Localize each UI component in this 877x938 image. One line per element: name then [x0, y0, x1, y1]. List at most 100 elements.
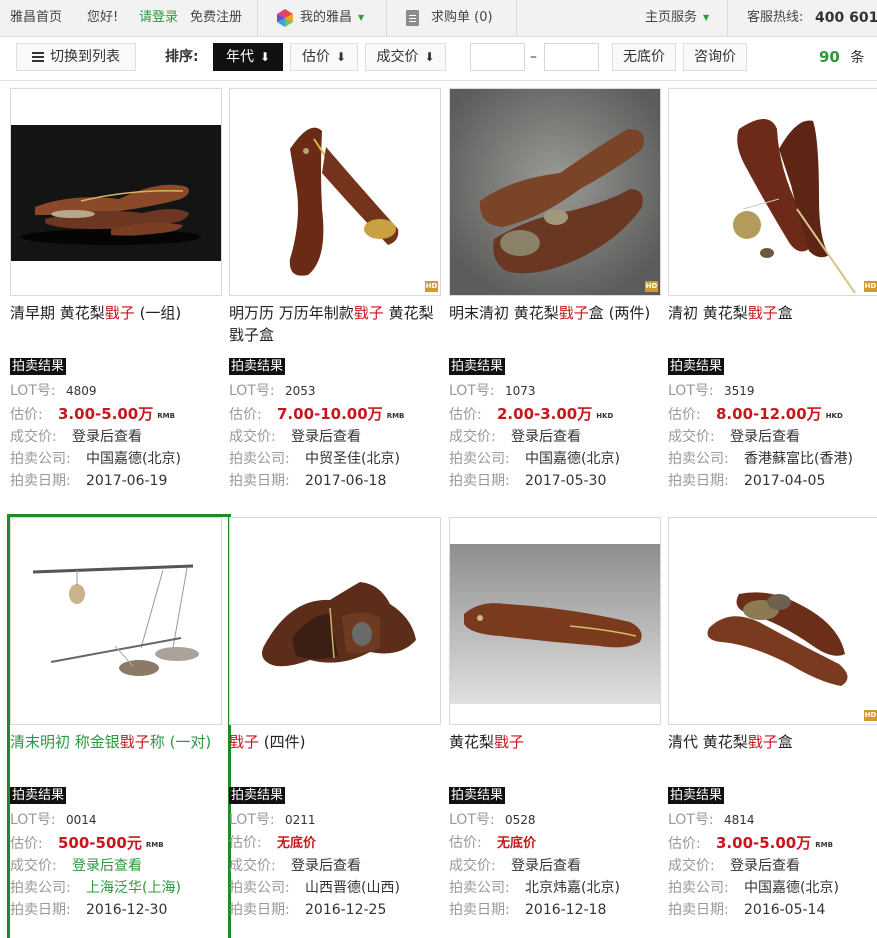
title-keyword-highlight: 戥子	[353, 304, 384, 322]
price-range-to-input[interactable]	[544, 43, 599, 71]
price-range-from-input[interactable]	[470, 43, 525, 71]
auction-result-badge: 拍卖结果	[10, 787, 67, 804]
auction-item-card[interactable]: HD 明末清初 黄花梨戥子盒 (两件) 拍卖结果 LOT号: 1073 估价: 2.00-3…	[449, 88, 667, 512]
item-photo[interactable]: HD	[449, 88, 661, 296]
item-photo-image	[450, 518, 660, 724]
title-keyword-highlight: 戥子	[747, 733, 778, 751]
register-link[interactable]: 免费注册	[190, 0, 242, 36]
deal-price-value[interactable]: 登录后查看	[291, 858, 361, 874]
title-keyword-highlight: 戥子	[119, 733, 150, 751]
currency-code: HKD	[825, 412, 843, 420]
item-photo[interactable]: HD	[229, 88, 441, 296]
auction-date-value: 2016-12-25	[305, 902, 387, 918]
auction-house-value[interactable]: 中国嘉德(北京)	[525, 451, 620, 467]
auction-house-label: 拍卖公司:	[449, 880, 510, 896]
switch-to-list-button[interactable]: 切换到列表	[16, 43, 136, 71]
wishlist-link[interactable]: 求购单 (0)	[431, 0, 493, 36]
estimate-price: 估价: 2.00-3.00万 HKD	[449, 403, 667, 425]
auction-result-badge: 拍卖结果	[229, 787, 286, 804]
nav-divider	[386, 0, 387, 36]
range-dash: –	[530, 49, 537, 65]
inquiry-price-button[interactable]: 咨询价	[683, 43, 747, 71]
auction-house-value[interactable]: 中国嘉德(北京)	[744, 880, 839, 896]
auction-date-value: 2016-12-30	[86, 902, 168, 918]
item-photo[interactable]	[229, 517, 441, 725]
auction-house-value[interactable]: 山西晋德(山西)	[305, 880, 400, 896]
title-keyword-highlight: 戥子	[229, 733, 260, 751]
auction-house-value[interactable]: 北京炜嘉(北京)	[525, 880, 620, 896]
deal-price-value[interactable]: 登录后查看	[730, 429, 800, 445]
auction-house-label: 拍卖公司:	[10, 451, 71, 467]
item-title-link[interactable]: 戥子 (四件)	[229, 731, 441, 753]
item-photo-image	[230, 89, 440, 295]
sort-by-estimate-button[interactable]: 估价 ⬇	[290, 43, 358, 71]
item-title-link[interactable]: 清末明初 称金银戥子称 (一对)	[10, 731, 222, 753]
auction-house-label: 拍卖公司:	[229, 451, 290, 467]
deal-price-label: 成交价:	[449, 429, 496, 445]
nav-divider	[727, 0, 728, 36]
title-keyword-highlight: 戥子	[104, 304, 135, 322]
document-icon	[406, 10, 419, 26]
auction-date-label: 拍卖日期:	[449, 473, 510, 489]
no-reserve-button[interactable]: 无底价	[612, 43, 676, 71]
lot-number-value: 0211	[285, 813, 316, 827]
item-photo[interactable]	[10, 88, 222, 296]
auction-item-card[interactable]: 黄花梨戥子 拍卖结果 LOT号: 0528 估价: 无底价 成交价: 登录后查看 拍卖公司: 北京…	[449, 517, 667, 938]
item-photo[interactable]	[10, 517, 222, 725]
auction-date-value: 2016-05-14	[744, 902, 826, 918]
auction-house: 拍卖公司: 中国嘉德(北京)	[449, 448, 667, 470]
auction-item-card[interactable]: HD 清代 黄花梨戥子盒 拍卖结果 LOT号: 4814 估价: 3.00-5.00万 RMB…	[668, 517, 877, 938]
auction-house-value[interactable]: 香港蘇富比(香港)	[744, 451, 853, 467]
auction-house-value[interactable]: 上海泛华(上海)	[86, 880, 181, 896]
homepage-service-menu[interactable]: 主页服务 ▼	[645, 0, 709, 36]
home-link[interactable]: 雅昌首页	[10, 0, 62, 36]
item-title-link[interactable]: 清代 黄花梨戥子盒	[668, 731, 877, 753]
deal-price-value[interactable]: 登录后查看	[72, 429, 142, 445]
estimate-price-value: 3.00-5.00万	[716, 834, 812, 852]
deal-price: 成交价: 登录后查看	[668, 426, 877, 448]
deal-price: 成交价: 登录后查看	[668, 855, 877, 877]
deal-price-value[interactable]: 登录后查看	[72, 858, 142, 874]
estimate-price: 估价: 无底价	[229, 832, 447, 854]
item-title-link[interactable]: 清早期 黄花梨戥子 (一组)	[10, 302, 222, 324]
title-text: 明末清初 黄花梨	[449, 304, 559, 322]
lot-number-label: LOT号:	[449, 383, 495, 399]
auction-date-value: 2017-06-19	[86, 473, 168, 489]
my-artron-menu[interactable]: 我的雅昌 ▼	[300, 0, 364, 36]
estimate-price-label: 估价:	[668, 836, 701, 852]
auction-item-card[interactable]: HD 清初 黄花梨戥子盒 拍卖结果 LOT号: 3519 估价: 8.00-12.00万 HK…	[668, 88, 877, 512]
login-link[interactable]: 请登录	[139, 0, 178, 36]
auction-item-card[interactable]: 戥子 (四件) 拍卖结果 LOT号: 0211 估价: 无底价 成交价: 登录后查看 拍卖公司:…	[229, 517, 447, 938]
auction-item-card[interactable]: HD 明万历 万历年制款戥子 黄花梨戥子盒 拍卖结果 LOT号: 2053 估价: 7.00…	[229, 88, 447, 512]
item-title-link[interactable]: 清初 黄花梨戥子盒	[668, 302, 877, 324]
lot-number-value: 0528	[505, 813, 536, 827]
my-artron-label: 我的雅昌	[300, 10, 353, 25]
lot-number-label: LOT号:	[668, 812, 714, 828]
estimate-price: 估价: 无底价	[449, 832, 667, 854]
item-title-link[interactable]: 明万历 万历年制款戥子 黄花梨戥子盒	[229, 302, 441, 346]
title-text: 清早期 黄花梨	[10, 304, 105, 322]
item-title-link[interactable]: 黄花梨戥子	[449, 731, 661, 753]
auction-house-value[interactable]: 中贸圣佳(北京)	[305, 451, 400, 467]
item-photo[interactable]: HD	[668, 88, 877, 296]
deal-price-value[interactable]: 登录后查看	[291, 429, 361, 445]
deal-price-value[interactable]: 登录后查看	[730, 858, 800, 874]
item-title-link[interactable]: 明末清初 黄花梨戥子盒 (两件)	[449, 302, 661, 324]
deal-price-value[interactable]: 登录后查看	[511, 429, 581, 445]
auction-house: 拍卖公司: 中国嘉德(北京)	[668, 877, 877, 899]
auction-house-label: 拍卖公司:	[229, 880, 290, 896]
sort-by-deal-price-button[interactable]: 成交价 ⬇	[365, 43, 446, 71]
lot-number-value: 2053	[285, 384, 316, 398]
deal-price-value[interactable]: 登录后查看	[511, 858, 581, 874]
sort-by-era-button[interactable]: 年代 ⬇	[213, 43, 283, 71]
title-keyword-highlight: 戥子	[494, 733, 525, 751]
auction-date: 拍卖日期: 2017-05-30	[449, 470, 667, 492]
auction-house-value[interactable]: 中国嘉德(北京)	[86, 451, 181, 467]
item-photo[interactable]	[449, 517, 661, 725]
item-photo[interactable]: HD	[668, 517, 877, 725]
auction-item-card[interactable]: 清早期 黄花梨戥子 (一组) 拍卖结果 LOT号: 4809 估价: 3.00-5.00万…	[10, 88, 228, 512]
hotline-number: 400 601	[815, 10, 877, 26]
deal-price-label: 成交价:	[668, 429, 715, 445]
auction-item-card[interactable]: 清末明初 称金银戥子称 (一对) 拍卖结果 LOT号: 0014 估价: 500-500元…	[7, 514, 231, 938]
currency-code: RMB	[386, 412, 405, 420]
